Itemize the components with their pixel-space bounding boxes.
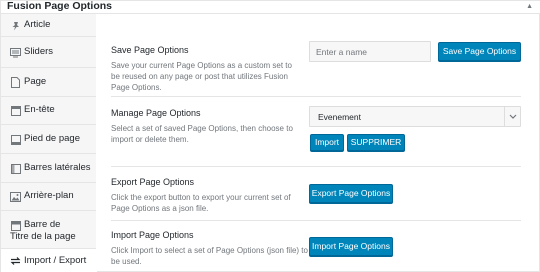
image-icon (10, 191, 21, 202)
panel-title: Fusion Page Options (7, 0, 113, 12)
import-page-options-section: Import Page Options Click Import to sele… (111, 230, 311, 267)
import-page-options-button[interactable]: Import Page Options (309, 237, 393, 256)
sidebar-item-header[interactable]: En-tête (1, 97, 96, 125)
export-section-description: Click the export button to export your c… (111, 193, 291, 213)
sidebar-item-sidebars[interactable]: Barres latérales (1, 154, 96, 183)
sidebar-icon (10, 163, 21, 174)
page-options-name-input[interactable] (309, 41, 431, 62)
export-section-title: Export Page Options (111, 177, 195, 187)
sidebar-item-label: Pied de page (24, 133, 80, 144)
footer-icon (10, 134, 21, 145)
save-page-options-button[interactable]: Save Page Options (438, 42, 521, 61)
save-page-options-section: Save Page Options Save your current Page… (111, 45, 301, 93)
sidebar-item-page-title-bar[interactable]: Barre de Titre de la page (1, 211, 96, 249)
sidebar-item-label: Sliders (24, 46, 54, 57)
sidebar-item-label: Barres latérales (24, 162, 91, 173)
sidebar-item-footer[interactable]: Pied de page (1, 125, 96, 154)
selected-option-text: Evenement (318, 112, 361, 122)
sidebar-item-label: Import / Export (24, 255, 87, 266)
slides-icon (10, 47, 21, 58)
manage-page-options-section: Manage Page Options Select a set of save… (111, 108, 301, 145)
sidebar-item-page[interactable]: Page (1, 68, 96, 97)
saved-page-options-select[interactable]: Evenement (309, 106, 521, 127)
sidebar-item-label: Article (24, 19, 51, 30)
chevron-down-icon[interactable] (504, 107, 520, 126)
fusion-page-options-panel: Fusion Page Options ▲ Article Sliders Pa… (0, 0, 540, 272)
pin-icon (10, 20, 21, 31)
section-divider (111, 220, 521, 221)
panel-header[interactable]: Fusion Page Options ▲ (1, 0, 540, 14)
sidebar-item-label: En-tête (24, 104, 55, 115)
save-section-description: Save your current Page Options as a cust… (111, 61, 292, 92)
header-icon (10, 105, 21, 116)
export-page-options-section: Export Page Options Click the export but… (111, 177, 311, 214)
triangle-up-icon[interactable]: ▲ (526, 2, 533, 12)
delete-button[interactable]: SUPPRIMER (347, 134, 405, 151)
manage-section-description: Select a set of saved Page Options, then… (111, 124, 293, 144)
sidebar-item-label: Page (24, 76, 47, 87)
import-section-title: Import Page Options (111, 230, 194, 240)
import-export-icon (10, 255, 21, 266)
sidebar-item-article[interactable]: Article (1, 14, 96, 37)
export-page-options-button[interactable]: Export Page Options (309, 184, 393, 203)
page-icon (10, 77, 21, 88)
section-divider (111, 96, 521, 97)
sidebar-item-label: Barre de Titre de la page (10, 219, 76, 242)
sidebar-item-background[interactable]: Arrière-plan (1, 183, 96, 211)
sidebar-item-sliders[interactable]: Sliders (1, 37, 96, 68)
import-button[interactable]: Import (310, 134, 344, 151)
section-divider (111, 166, 521, 167)
save-section-title: Save Page Options (111, 45, 189, 55)
sidebar-item-label: Arrière-plan (24, 190, 74, 201)
sidebar-item-import-export[interactable]: Import / Export (1, 249, 97, 272)
manage-section-title: Manage Page Options (111, 108, 201, 118)
options-sidebar: Article Sliders Page En-tête Pied de pag (1, 14, 97, 272)
import-section-description: Click Import to select a set of Page Opt… (111, 246, 308, 266)
